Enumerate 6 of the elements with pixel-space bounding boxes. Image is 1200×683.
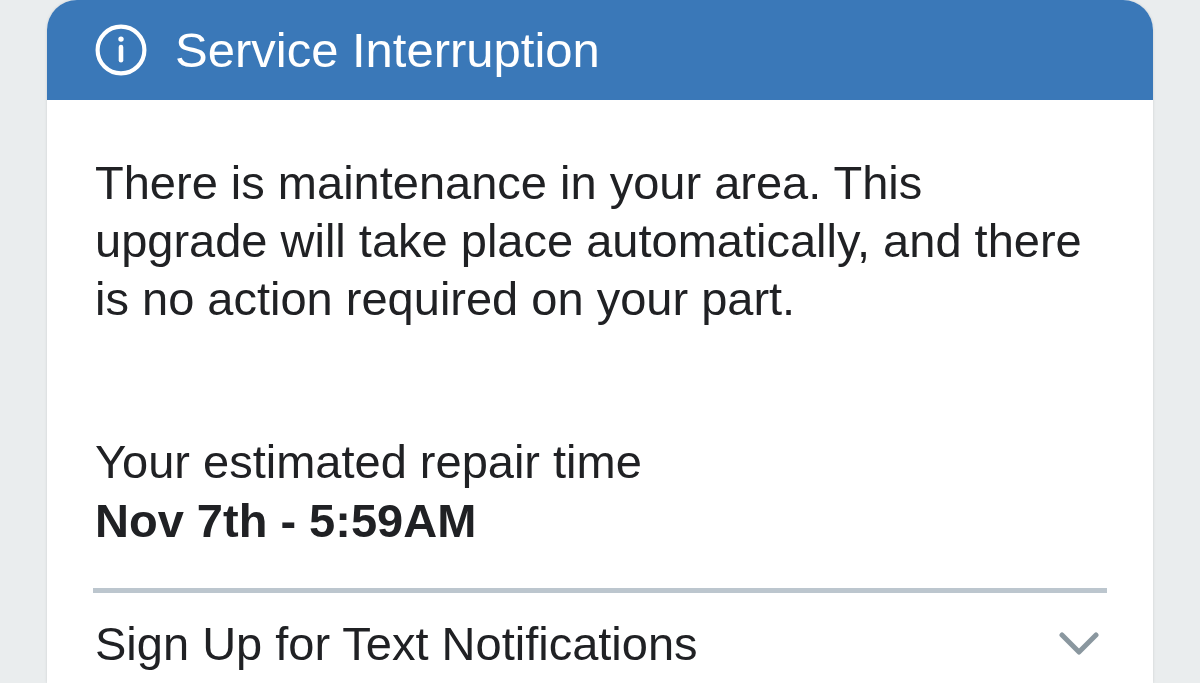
estimate-value: Nov 7th - 5:59AM [95,493,477,549]
notifications-toggle[interactable]: Sign Up for Text Notifications [95,619,1105,669]
estimate-label: Your estimated repair time [95,434,642,490]
alert-message: There is maintenance in your area. This upgrade will take place automatically, and there is no action required on your part. [95,155,1083,327]
info-icon [95,24,147,76]
alert-title: Service Interruption [175,22,600,79]
